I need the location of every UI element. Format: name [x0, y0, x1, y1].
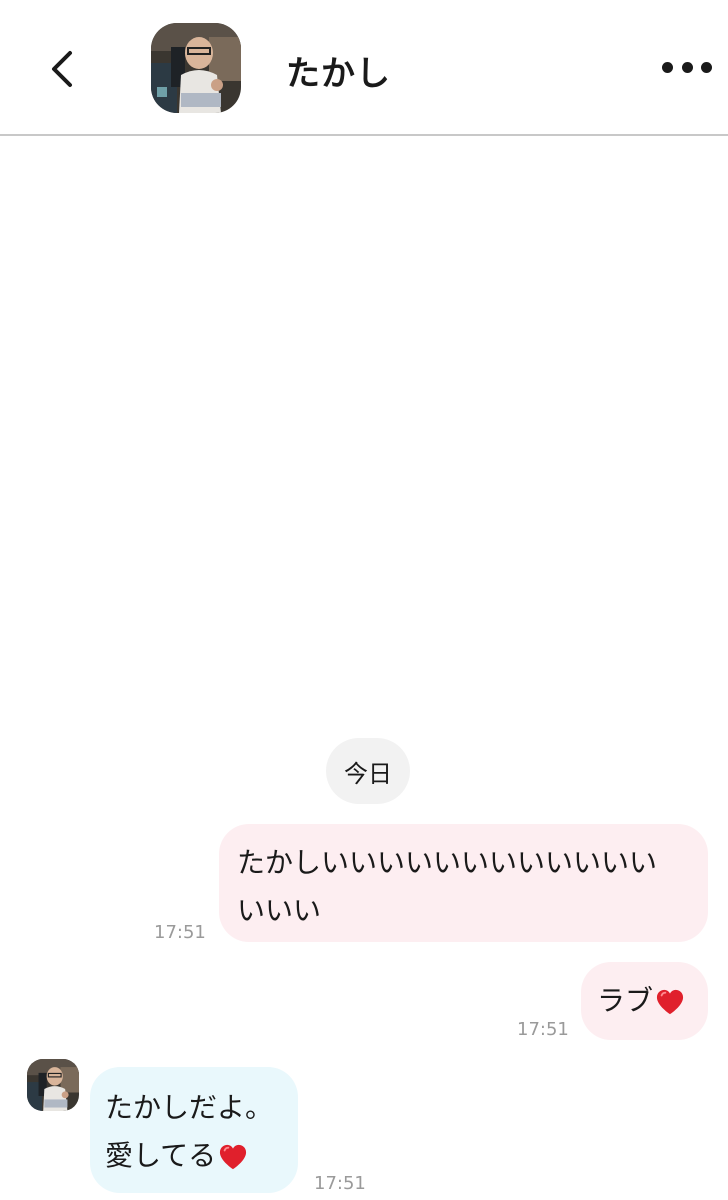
message-text: いいい: [237, 894, 322, 927]
contact-name: たかし: [286, 54, 391, 94]
more-options-button[interactable]: [662, 52, 712, 82]
contact-avatar[interactable]: [151, 23, 241, 113]
back-button[interactable]: [36, 44, 86, 94]
message-text: たかしいいいいいいいいいいいい: [237, 846, 658, 879]
heart-icon: [656, 989, 684, 1015]
chat-header: たかし: [0, 0, 728, 136]
message-bubble-sent[interactable]: たかしいいいいいいいいいいいい いいい: [219, 824, 708, 942]
date-separator: 今日: [326, 738, 410, 804]
chevron-left-icon: [52, 51, 72, 87]
message-bubble-received[interactable]: たかしだよ。 愛してる: [90, 1067, 298, 1193]
message-bubble-sent[interactable]: ラブ: [581, 962, 708, 1040]
heart-icon: [220, 1144, 247, 1170]
message-text: ラブ: [597, 984, 654, 1017]
sender-avatar[interactable]: [27, 1059, 79, 1111]
more-horizontal-icon: [662, 61, 673, 73]
message-timestamp: 17:51: [517, 1019, 569, 1040]
message-text: たかしだよ。: [105, 1091, 274, 1124]
message-timestamp: 17:51: [314, 1173, 366, 1194]
message-timestamp: 17:51: [154, 922, 206, 943]
message-text: 愛してる: [105, 1139, 217, 1172]
